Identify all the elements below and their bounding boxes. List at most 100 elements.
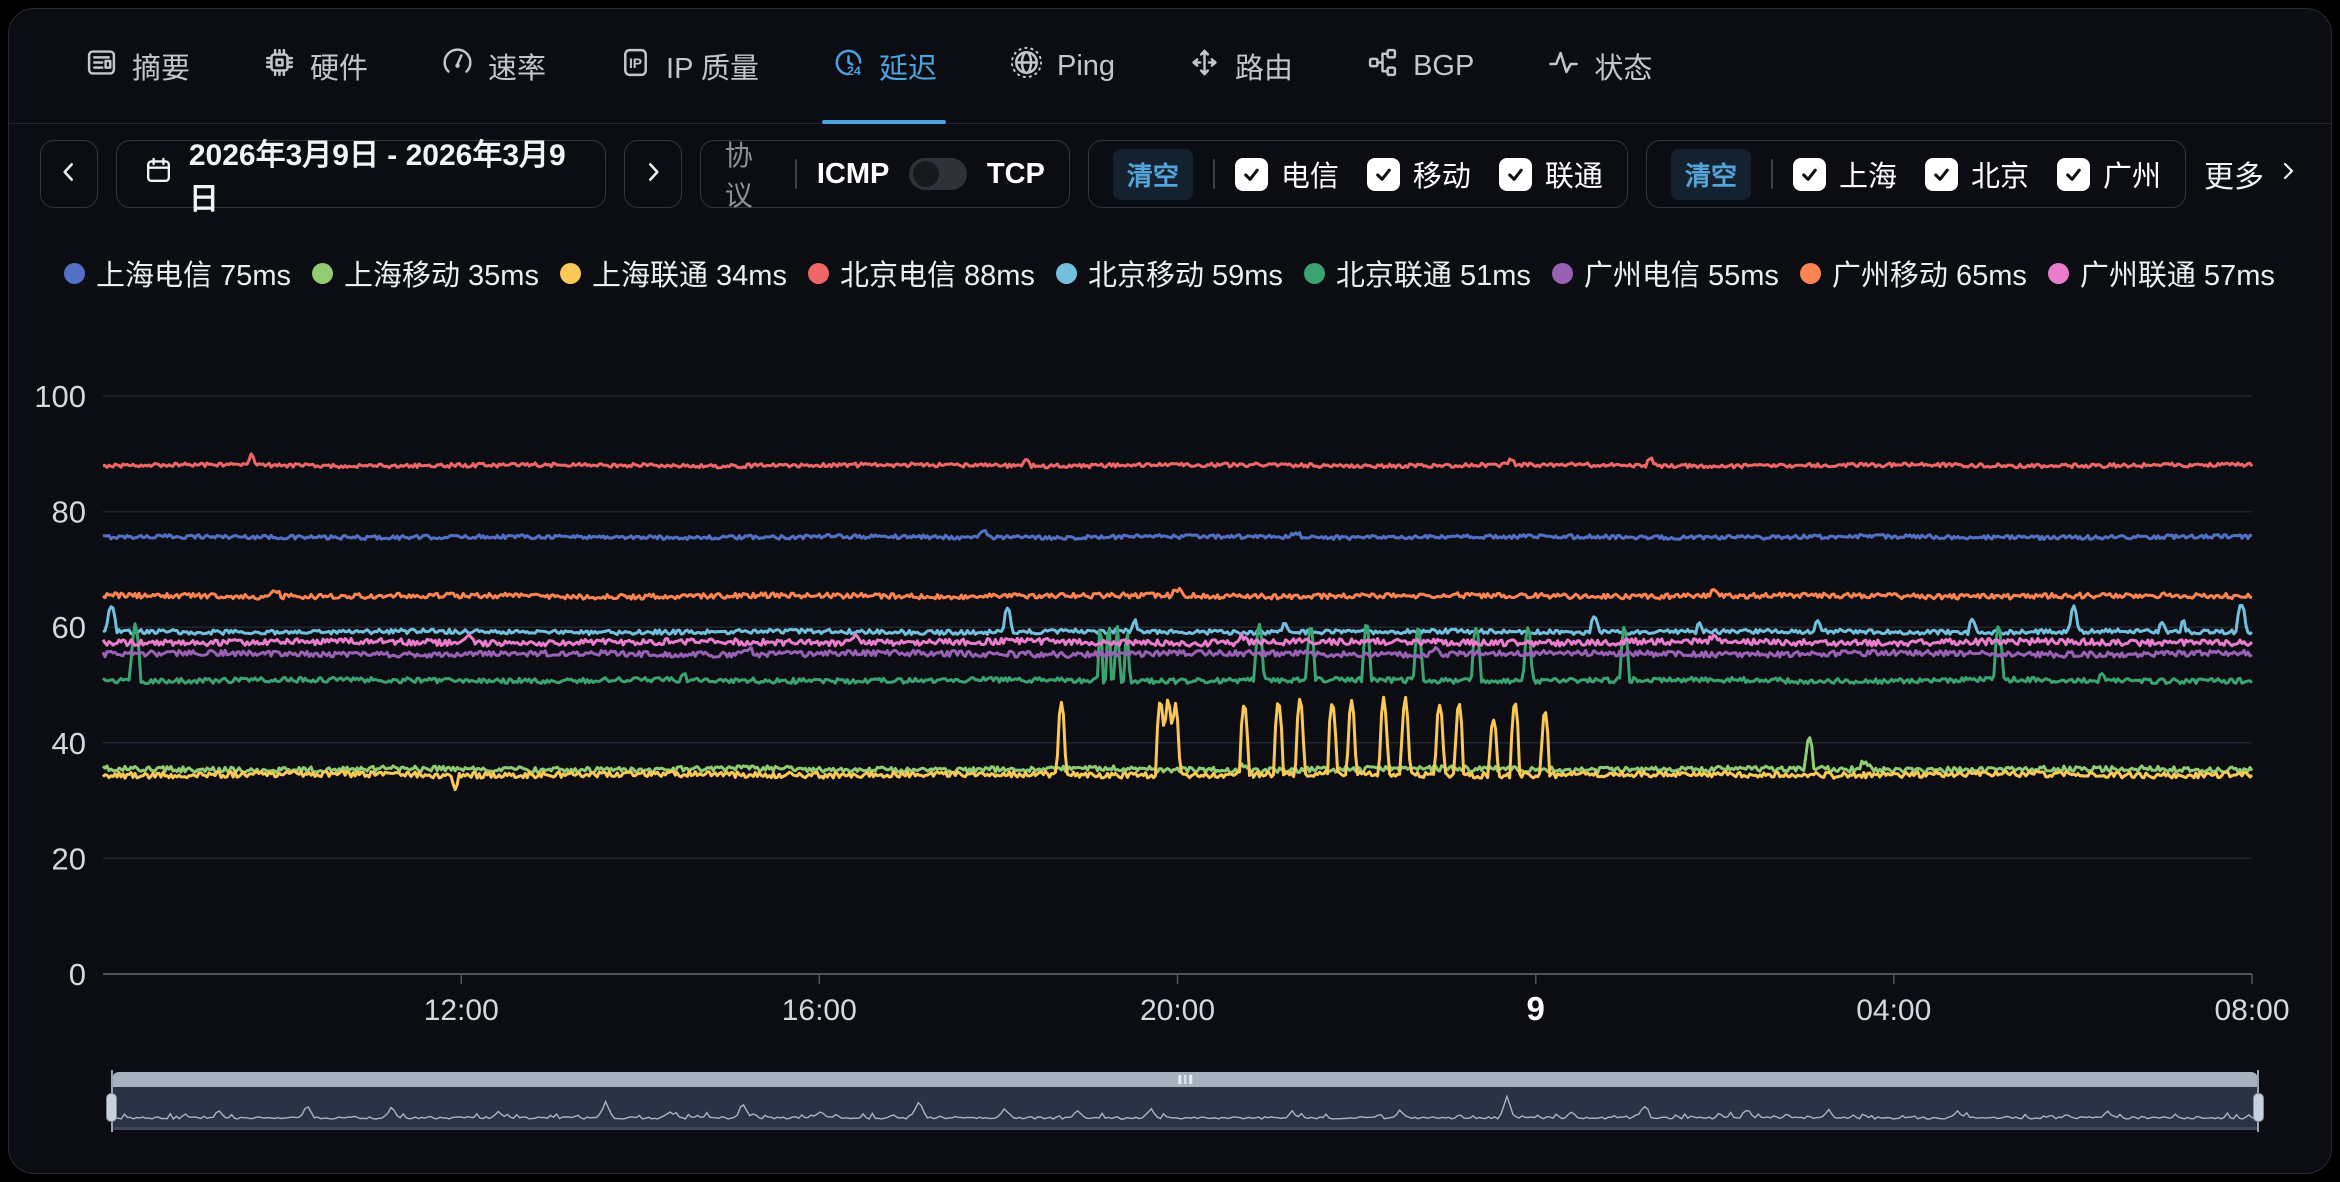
- legend-label: 广州联通 57ms: [2080, 252, 2275, 294]
- legend-label: 广州电信 55ms: [1584, 252, 1779, 294]
- legend-marker: [808, 263, 829, 284]
- legend-marker: [2048, 263, 2069, 284]
- svg-text:0: 0: [69, 957, 86, 992]
- tab-bar: 摘要 硬件 速率 IP IP 质量 24延迟 Ping 路由 BGP 状态: [9, 9, 2331, 124]
- checkbox-label: 电信: [1281, 153, 1339, 195]
- checkbox-checked[interactable]: [1793, 158, 1826, 191]
- legend-item-北京移动[interactable]: 北京移动 59ms: [1056, 252, 1283, 294]
- svg-text:40: 40: [52, 726, 86, 761]
- filter-checkbox-电信[interactable]: 电信: [1235, 153, 1339, 195]
- tab-label: IP 质量: [666, 45, 759, 87]
- svg-text:60: 60: [52, 610, 86, 645]
- checkbox-checked[interactable]: [1235, 158, 1268, 191]
- datazoom-slider[interactable]: [112, 1072, 2258, 1130]
- legend-item-上海联通[interactable]: 上海联通 34ms: [560, 252, 787, 294]
- filter-checkbox-联通[interactable]: 联通: [1499, 153, 1603, 195]
- summary-icon: [84, 45, 119, 88]
- operator-clear-button[interactable]: 清空: [1113, 149, 1193, 200]
- svg-text:24: 24: [847, 64, 861, 78]
- legend-marker: [1552, 263, 1573, 284]
- tab-label: BGP: [1413, 50, 1474, 83]
- protocol-option-icmp[interactable]: ICMP: [817, 158, 890, 191]
- protocol-label: 协议: [725, 134, 775, 214]
- checkbox-checked[interactable]: [1367, 158, 1400, 191]
- svg-text:04:00: 04:00: [1856, 994, 1931, 1027]
- checkbox-label: 广州: [2103, 153, 2161, 195]
- tab-label: 硬件: [310, 45, 368, 87]
- toggle-knob: [913, 161, 939, 187]
- legend-item-广州移动[interactable]: 广州移动 65ms: [1800, 252, 2027, 294]
- chart-legend: 上海电信 75ms 上海移动 35ms 上海联通 34ms 北京电信 88ms 北京移动…: [64, 252, 2324, 294]
- legend-label: 上海移动 35ms: [344, 252, 539, 294]
- legend-marker: [312, 263, 333, 284]
- legend-item-北京电信[interactable]: 北京电信 88ms: [808, 252, 1035, 294]
- slider-left-handle[interactable]: [106, 1093, 117, 1122]
- slider-move-bar[interactable]: [112, 1072, 2258, 1087]
- operator-filter-group: 清空 电信移动联通: [1088, 140, 1628, 208]
- tab-状态[interactable]: 状态: [1537, 9, 1661, 123]
- svg-text:12:00: 12:00: [424, 994, 499, 1027]
- checkbox-checked[interactable]: [1925, 158, 1958, 191]
- legend-marker: [1304, 263, 1325, 284]
- tab-label: Ping: [1057, 50, 1115, 83]
- tab-BGP[interactable]: BGP: [1356, 9, 1483, 123]
- slider-preview[interactable]: [112, 1087, 2258, 1130]
- tab-Ping[interactable]: Ping: [1000, 9, 1124, 123]
- legend-item-上海电信[interactable]: 上海电信 75ms: [64, 252, 291, 294]
- calendar-icon: [143, 155, 174, 194]
- filter-checkbox-广州[interactable]: 广州: [2057, 153, 2161, 195]
- legend-marker: [1056, 263, 1077, 284]
- divider: [795, 159, 797, 189]
- tab-硬件[interactable]: 硬件: [253, 9, 377, 123]
- tab-延迟[interactable]: 24延迟: [822, 9, 946, 123]
- legend-marker: [1800, 263, 1821, 284]
- slider-grip-icon: [1178, 1075, 1192, 1084]
- svg-text:100: 100: [34, 379, 86, 414]
- city-filter-group: 清空 上海 北京 广州: [1646, 140, 2186, 208]
- legend-item-上海移动[interactable]: 上海移动 35ms: [312, 252, 539, 294]
- prev-date-button[interactable]: [40, 140, 98, 208]
- tab-速率[interactable]: 速率: [431, 9, 555, 123]
- chip-icon: [262, 45, 297, 88]
- operator-checkbox-list: 电信移动联通: [1235, 153, 1603, 195]
- legend-item-广州联通[interactable]: 广州联通 57ms: [2048, 252, 2275, 294]
- city-clear-button[interactable]: 清空: [1671, 149, 1751, 200]
- date-range-button[interactable]: 2026年3月9日 - 2026年3月9日: [116, 140, 606, 208]
- checkbox-label: 上海: [1839, 153, 1897, 195]
- next-date-button[interactable]: [624, 140, 682, 208]
- more-label: 更多: [2204, 152, 2264, 196]
- filter-checkbox-移动[interactable]: 移动: [1367, 153, 1471, 195]
- protocol-option-tcp[interactable]: TCP: [987, 158, 1045, 191]
- divider: [1213, 159, 1215, 189]
- more-button[interactable]: 更多: [2204, 140, 2300, 208]
- filter-checkbox-上海[interactable]: 上海: [1793, 153, 1897, 195]
- chevron-right-icon: [640, 159, 666, 190]
- svg-text:20: 20: [52, 841, 86, 876]
- legend-label: 上海联通 34ms: [592, 252, 787, 294]
- svg-text:9: 9: [1527, 990, 1545, 1027]
- checkbox-checked[interactable]: [1499, 158, 1532, 191]
- legend-label: 上海电信 75ms: [96, 252, 291, 294]
- pulse-icon: [1546, 45, 1581, 88]
- tab-label: 速率: [488, 45, 546, 87]
- tab-摘要[interactable]: 摘要: [75, 9, 199, 123]
- tab-label: 摘要: [132, 45, 190, 87]
- tab-IP 质量[interactable]: IP IP 质量: [609, 9, 768, 123]
- svg-text:IP: IP: [629, 54, 642, 70]
- clock24-icon: 24: [831, 45, 866, 88]
- filter-checkbox-北京[interactable]: 北京: [1925, 153, 2029, 195]
- slider-right-handle[interactable]: [2253, 1093, 2264, 1122]
- tab-路由[interactable]: 路由: [1178, 9, 1302, 123]
- protocol-toggle[interactable]: [909, 158, 967, 190]
- checkbox-checked[interactable]: [2057, 158, 2090, 191]
- latency-chart[interactable]: 12:0016:0020:00904:0008:00020406080100: [0, 340, 2340, 1040]
- tab-label: 状态: [1594, 45, 1652, 87]
- date-range-label: 2026年3月9日 - 2026年3月9日: [189, 130, 579, 218]
- legend-marker: [560, 263, 581, 284]
- checkbox-label: 北京: [1971, 153, 2029, 195]
- slider-minimap: [112, 1087, 2258, 1127]
- protocol-group: 协议 ICMP TCP: [700, 140, 1070, 208]
- legend-item-北京联通[interactable]: 北京联通 51ms: [1304, 252, 1531, 294]
- legend-item-广州电信[interactable]: 广州电信 55ms: [1552, 252, 1779, 294]
- topology-icon: [1365, 45, 1400, 88]
